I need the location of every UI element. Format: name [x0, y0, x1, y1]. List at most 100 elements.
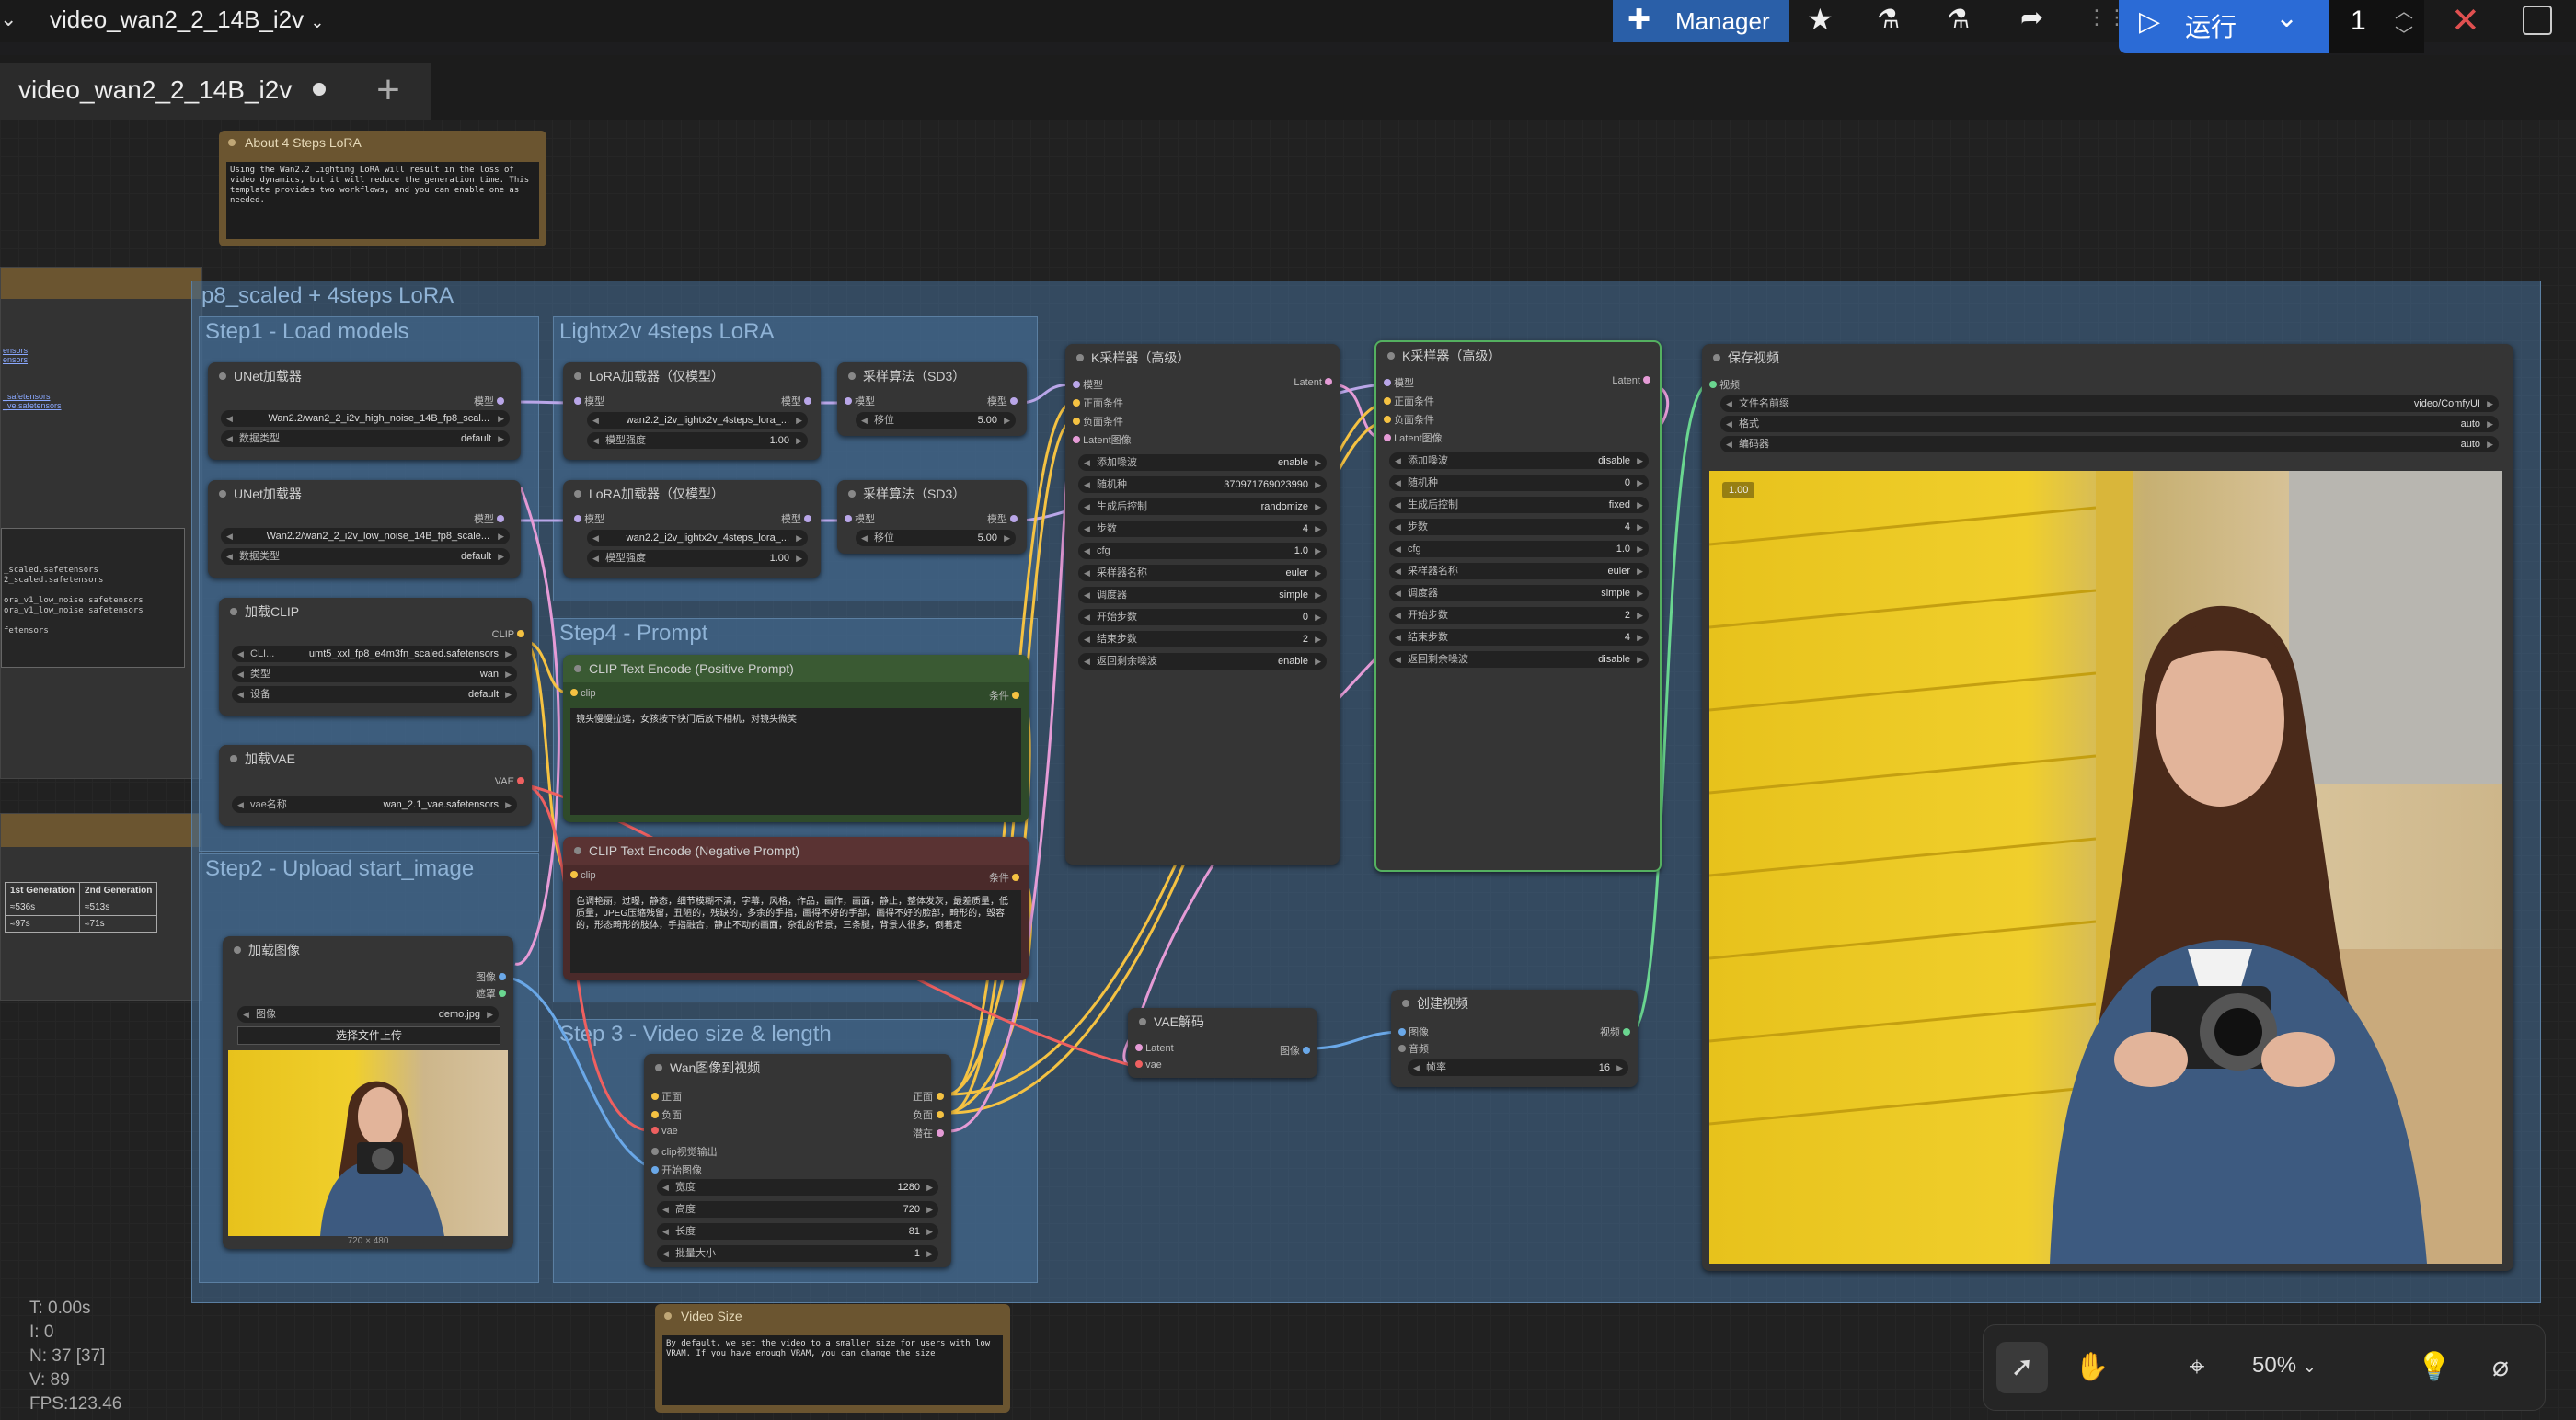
output-conditioning[interactable]: 条件	[989, 688, 1019, 703]
output-model[interactable]: 模型	[781, 511, 811, 526]
node-lora-loader-high[interactable]: LoRA加载器（仅模型） 模型 模型 wan2.2_i2v_lightx2v_4…	[563, 362, 821, 460]
note-video-size[interactable]: Video Size By default, we set the video …	[655, 1304, 1010, 1413]
widget-1[interactable]: 随机种 370971769023990	[1078, 476, 1327, 493]
prompt-textarea[interactable]: 镜头慢慢拉远，女孩按下快门后放下相机，对镜头微笑	[570, 708, 1021, 815]
output-latent[interactable]: Latent	[1294, 377, 1332, 388]
upload-button[interactable]: 选择文件上传	[237, 1026, 500, 1045]
output-model[interactable]: 模型	[781, 394, 811, 408]
input-port[interactable]: 模型	[1073, 377, 1103, 392]
input-clip[interactable]: clip	[570, 688, 596, 699]
widget-8[interactable]: 结束步数 4	[1389, 629, 1649, 646]
node-load-clip[interactable]: 加载CLIP CLIP CLI... umt5_xxl_fp8_e4m3fn_sc…	[219, 598, 532, 716]
input-port[interactable]: 负面条件	[1384, 412, 1434, 427]
widget-image-select[interactable]: 图像 demo.jpg	[237, 1006, 499, 1023]
widget-4[interactable]: cfg 1.0	[1078, 543, 1327, 559]
widget-3[interactable]: 步数 4	[1389, 519, 1649, 535]
input-vae[interactable]: vae	[1135, 1059, 1162, 1071]
input-clip[interactable]: clip	[570, 870, 596, 881]
widget-fps[interactable]: 帧率 16	[1408, 1059, 1628, 1076]
node-save-video[interactable]: 保存视频 视频 文件名前缀 video/ComfyUI 格式 auto 编码器 aut…	[1702, 344, 2513, 1271]
widget-4[interactable]: cfg 1.0	[1389, 541, 1649, 557]
input-model[interactable]: 模型	[574, 394, 604, 408]
node-ksampler-advanced-1[interactable]: K采样器（高级） 模型 正面条件 负面条件 Latent图像 Latent 添加…	[1065, 344, 1340, 865]
widget-lora-name[interactable]: wan2.2_i2v_lightx2v_4steps_lora_...	[587, 412, 808, 429]
widget-2[interactable]: 长度 81	[657, 1223, 938, 1240]
widget-filename-prefix[interactable]: 文件名前缀 video/ComfyUI	[1720, 395, 2499, 412]
node-unet-loader-low[interactable]: UNet加载器 模型 Wan2.2/wan2_2_i2v_low_noise_1…	[208, 480, 521, 578]
widget-vae-name[interactable]: vae名称 wan_2.1_vae.safetensors	[232, 796, 517, 813]
node-unet-loader-high[interactable]: UNet加载器 模型 Wan2.2/wan2_2_i2v_high_noise_…	[208, 362, 521, 460]
input-model[interactable]: 模型	[845, 394, 875, 408]
output-port[interactable]: 潜在	[913, 1126, 944, 1140]
node-vae-decode[interactable]: VAE解码 Latent vae 图像	[1128, 1008, 1317, 1078]
output-image[interactable]: 图像	[476, 969, 506, 984]
widget-unet-name[interactable]: Wan2.2/wan2_2_i2v_low_noise_14B_fp8_scal…	[221, 528, 510, 544]
widget-clip-name[interactable]: CLI... umt5_xxl_fp8_e4m3fn_scaled.safeten…	[232, 646, 517, 662]
input-port[interactable]: 正面条件	[1384, 394, 1434, 408]
fit-view-icon[interactable]: ⌖	[2171, 1342, 2223, 1393]
output-mask[interactable]: 遮罩	[476, 986, 506, 1001]
input-port[interactable]: 正面条件	[1073, 395, 1123, 410]
output-model[interactable]: 模型	[987, 511, 1018, 526]
input-images[interactable]: 图像	[1398, 1025, 1429, 1039]
input-port[interactable]: 负面	[651, 1107, 682, 1122]
widget-format[interactable]: 格式 auto	[1720, 416, 2499, 432]
input-video[interactable]: 视频	[1709, 377, 1740, 392]
widget-5[interactable]: 采样器名称 euler	[1078, 565, 1327, 581]
node-clip-text-encode-positive[interactable]: CLIP Text Encode (Positive Prompt) clip …	[563, 655, 1029, 822]
input-port[interactable]: 正面	[651, 1089, 682, 1104]
node-load-image[interactable]: 加载图像 图像 遮罩 图像 demo.jpg 选择文件上传 720 × 480	[223, 936, 513, 1249]
hand-tool-icon[interactable]: ✋	[2066, 1342, 2118, 1393]
node-create-video[interactable]: 创建视频 图像 音频 视频 帧率 16	[1391, 990, 1638, 1087]
widget-1[interactable]: 高度 720	[657, 1201, 938, 1218]
lightbulb-icon[interactable]: 💡	[2409, 1342, 2460, 1393]
output-model[interactable]: 模型	[474, 511, 504, 526]
input-port[interactable]: Latent图像	[1073, 432, 1132, 447]
output-image[interactable]: 图像	[1280, 1043, 1310, 1058]
output-model[interactable]: 模型	[987, 394, 1018, 408]
video-preview[interactable]: 1.00	[1709, 471, 2502, 1264]
note-text[interactable]: By default, we set the video to a smalle…	[662, 1335, 1003, 1405]
output-clip[interactable]: CLIP	[492, 629, 524, 640]
input-port[interactable]: 开始图像	[651, 1162, 702, 1177]
prompt-textarea[interactable]: 色调艳丽，过曝，静态，细节模糊不清，字幕，风格，作品，画作，画面，静止，整体发灰…	[570, 890, 1021, 973]
widget-3[interactable]: 步数 4	[1078, 521, 1327, 537]
widget-lora-strength[interactable]: 模型强度 1.00	[587, 432, 808, 449]
input-model[interactable]: 模型	[845, 511, 875, 526]
node-sampling-sd3-high[interactable]: 采样算法（SD3） 模型 模型 移位 5.00	[837, 362, 1027, 436]
output-conditioning[interactable]: 条件	[989, 870, 1019, 885]
widget-2[interactable]: 生成后控制 randomize	[1078, 498, 1327, 515]
output-vae[interactable]: VAE	[495, 776, 524, 787]
widget-0[interactable]: 添加噪波 enable	[1078, 454, 1327, 471]
widget-0[interactable]: 添加噪波 disable	[1389, 452, 1649, 469]
input-port[interactable]: Latent图像	[1384, 430, 1443, 445]
output-video[interactable]: 视频	[1600, 1025, 1630, 1039]
input-audio[interactable]: 音频	[1398, 1041, 1429, 1056]
widget-7[interactable]: 开始步数 0	[1078, 609, 1327, 625]
widget-1[interactable]: 随机种 0	[1389, 475, 1649, 491]
node-ksampler-advanced-2[interactable]: K采样器（高级） 模型 正面条件 负面条件 Latent图像 Latent 添加…	[1374, 340, 1662, 872]
output-model[interactable]: 模型	[474, 394, 504, 408]
widget-codec[interactable]: 编码器 auto	[1720, 436, 2499, 452]
widget-8[interactable]: 结束步数 2	[1078, 631, 1327, 647]
widget-2[interactable]: 生成后控制 fixed	[1389, 497, 1649, 513]
node-wan-image-to-video[interactable]: Wan图像到视频 正面 负面 vae clip视觉输出 开始图像 正面负面潜在 宽…	[644, 1054, 951, 1267]
widget-lora-strength[interactable]: 模型强度 1.00	[587, 550, 808, 567]
link-visibility-icon[interactable]: ⌀	[2475, 1342, 2526, 1393]
select-tool-icon[interactable]: ➚	[1996, 1342, 2048, 1393]
widget-shift[interactable]: 移位 5.00	[856, 530, 1016, 546]
node-lora-loader-low[interactable]: LoRA加载器（仅模型） 模型 模型 wan2.2_i2v_lightx2v_4…	[563, 480, 821, 578]
output-port[interactable]: 正面	[913, 1089, 944, 1104]
input-latent[interactable]: Latent	[1135, 1043, 1174, 1054]
widget-5[interactable]: 采样器名称 euler	[1389, 563, 1649, 579]
widget-dtype[interactable]: 数据类型 default	[221, 430, 510, 447]
input-port[interactable]: 模型	[1384, 375, 1414, 390]
widget-9[interactable]: 返回剩余噪波 enable	[1078, 653, 1327, 670]
output-latent[interactable]: Latent	[1612, 375, 1650, 386]
widget-3[interactable]: 批量大小 1	[657, 1245, 938, 1262]
widget-shift[interactable]: 移位 5.00	[856, 412, 1016, 429]
input-port[interactable]: vae	[651, 1126, 678, 1137]
input-port[interactable]: 负面条件	[1073, 414, 1123, 429]
widget-clip-device[interactable]: 设备 default	[232, 686, 517, 703]
widget-6[interactable]: 调度器 simple	[1389, 585, 1649, 601]
